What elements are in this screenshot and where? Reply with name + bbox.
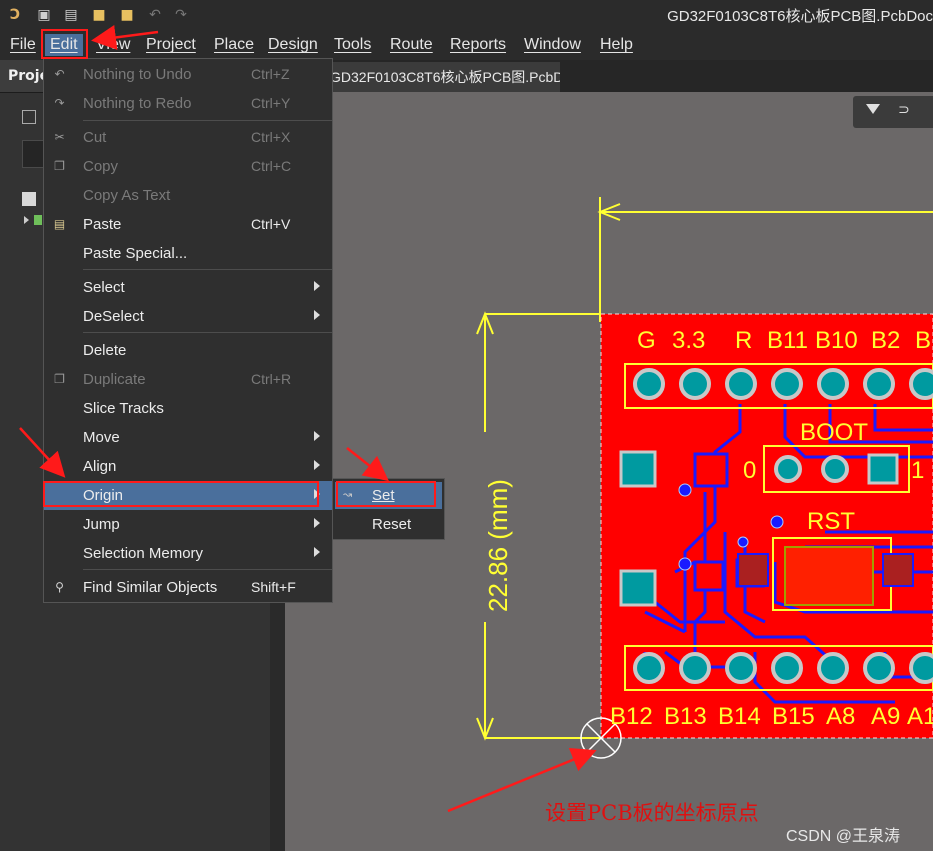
- submenu-arrow-icon: [314, 518, 320, 528]
- csdn-watermark: CSDN @王泉涛: [786, 828, 901, 845]
- menu-separator: [83, 120, 332, 121]
- menu-file[interactable]: File: [10, 34, 36, 56]
- save-icon[interactable]: ▣: [35, 6, 53, 24]
- tree-expander-icon[interactable]: [24, 216, 29, 224]
- redo-icon[interactable]: ↷: [172, 6, 190, 24]
- menu-item-paste[interactable]: ▤ Paste Ctrl+V: [44, 210, 332, 239]
- submenu-arrow-icon: [314, 310, 320, 320]
- bottom-label: A9: [871, 703, 900, 730]
- bottom-label: B12: [610, 703, 653, 730]
- menu-item-delete[interactable]: Delete: [44, 336, 332, 365]
- redo-icon: ↷: [54, 96, 65, 110]
- menu-item-redo[interactable]: ↷ Nothing to Redo Ctrl+Y: [44, 89, 332, 118]
- highlight-box-edit-menu: [41, 29, 88, 59]
- top-label: B10: [815, 327, 858, 354]
- submenu-arrow-icon: [314, 281, 320, 291]
- paste-icon: ▤: [53, 217, 66, 231]
- boot-left-label: 0: [743, 457, 756, 484]
- menu-item-copy[interactable]: ❐ Copy Ctrl+C: [44, 152, 332, 181]
- boot-label: BOOT: [800, 419, 868, 446]
- menu-tools[interactable]: Tools: [334, 34, 371, 56]
- menu-reports[interactable]: Reports: [450, 34, 506, 56]
- bottom-label: A1: [907, 703, 933, 730]
- tree-project-icon[interactable]: [22, 192, 36, 206]
- bottom-label: A8: [826, 703, 855, 730]
- panel-save-icon[interactable]: [22, 110, 36, 124]
- canvas-floating-toolbar: ⊃: [853, 96, 933, 128]
- menu-item-copy-as-text[interactable]: Copy As Text: [44, 181, 332, 210]
- top-label: B2: [871, 327, 900, 354]
- rst-label: RST: [807, 508, 855, 535]
- top-dimension: [597, 197, 933, 322]
- top-label: B11: [767, 327, 808, 354]
- top-label: 3.3: [672, 327, 705, 354]
- menu-item-jump[interactable]: Jump: [44, 510, 332, 539]
- menu-bar: File Edit View Project Place Design Tool…: [0, 30, 933, 60]
- menu-separator: [83, 569, 332, 570]
- submenu-arrow-icon: [314, 547, 320, 557]
- top-label: B: [915, 327, 931, 354]
- menu-item-deselect[interactable]: DeSelect: [44, 302, 332, 331]
- menu-item-undo[interactable]: ↶ Nothing to Undo Ctrl+Z: [44, 60, 332, 89]
- menu-help[interactable]: Help: [600, 34, 633, 56]
- pcb-canvas[interactable]: G 3.3 R B11 B10 B2 B B12 B13 B14 B15 A8 …: [285, 92, 933, 851]
- copy-icon: ❐: [54, 159, 65, 173]
- open-project-icon[interactable]: ■: [118, 6, 136, 24]
- submenu-arrow-icon: [314, 460, 320, 470]
- boot-pads: [774, 453, 899, 485]
- menu-separator: [83, 269, 332, 270]
- menu-window[interactable]: Window: [524, 34, 581, 56]
- undo-icon: ↶: [54, 67, 65, 81]
- app-logo-icon: Ↄ: [9, 7, 21, 23]
- edit-menu-dropdown: ↶ Nothing to Undo Ctrl+Z ↷ Nothing to Re…: [43, 58, 333, 603]
- menu-item-select[interactable]: Select: [44, 273, 332, 302]
- pcb-view: G 3.3 R B11 B10 B2 B B12 B13 B14 B15 A8 …: [476, 197, 933, 759]
- menu-item-align[interactable]: Align: [44, 452, 332, 481]
- highlight-box-set: [336, 481, 436, 507]
- menu-item-duplicate[interactable]: ❐ Duplicate Ctrl+R: [44, 365, 332, 394]
- boot-right-label: 1: [911, 457, 924, 484]
- top-label: R: [735, 327, 752, 354]
- menu-item-find-similar[interactable]: ⚲ Find Similar Objects Shift+F: [44, 573, 332, 602]
- route-icon[interactable]: ⊃: [898, 102, 910, 118]
- save-all-icon[interactable]: ▤: [62, 6, 80, 24]
- document-tab-strip: GD32F0103C8T6核心板PCB图.PcbDoc *: [285, 60, 933, 92]
- menu-item-selection-memory[interactable]: Selection Memory: [44, 539, 332, 568]
- menu-view[interactable]: View: [96, 34, 130, 56]
- submenu-arrow-icon: [314, 431, 320, 441]
- duplicate-icon: ❐: [54, 372, 65, 386]
- menu-route[interactable]: Route: [390, 34, 433, 56]
- menu-item-paste-special[interactable]: Paste Special...: [44, 239, 332, 268]
- highlight-box-origin: [43, 481, 319, 507]
- scissors-icon: ✂: [54, 130, 65, 144]
- tree-folder-icon[interactable]: [34, 215, 42, 225]
- window-title: GD32F0103C8T6核心板PCB图.PcbDoc: [667, 8, 933, 25]
- filter-icon[interactable]: [866, 104, 880, 114]
- menu-item-slice-tracks[interactable]: Slice Tracks: [44, 394, 332, 423]
- origin-annotation-text: 设置PCB板的坐标原点: [545, 801, 759, 825]
- menu-project[interactable]: Project: [146, 34, 196, 56]
- menu-design[interactable]: Design: [268, 34, 318, 56]
- bottom-label: B14: [718, 703, 761, 730]
- open-folder-icon[interactable]: ■: [90, 6, 108, 24]
- search-icon: ⚲: [55, 580, 64, 594]
- submenu-item-reset[interactable]: Reset: [335, 511, 442, 538]
- bottom-label: B13: [664, 703, 707, 730]
- undo-icon[interactable]: ↶: [146, 6, 164, 24]
- menu-separator: [83, 332, 332, 333]
- menu-item-cut[interactable]: ✂ Cut Ctrl+X: [44, 123, 332, 152]
- menu-place[interactable]: Place: [214, 34, 254, 56]
- title-bar: Ↄ ▣ ▤ ■ ■ ↶ ↷ GD32F0103C8T6核心板PCB图.PcbDo…: [0, 0, 933, 30]
- top-label: G: [637, 327, 656, 354]
- menu-item-move[interactable]: Move: [44, 423, 332, 452]
- bottom-label: B15: [772, 703, 815, 730]
- dimension-value: 22.86 (mm): [483, 479, 513, 612]
